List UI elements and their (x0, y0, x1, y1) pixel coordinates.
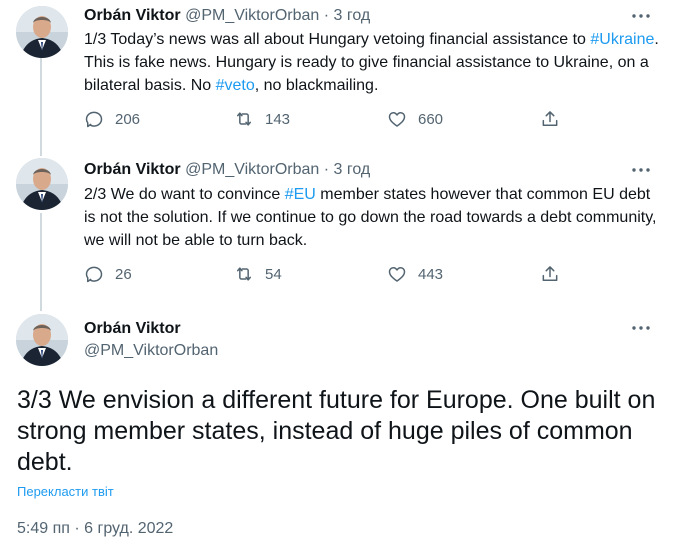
author-name[interactable]: Orbán Viktor (84, 319, 181, 339)
separator-dot: · (323, 161, 330, 178)
tweet-text-segment: 2/3 We do want to convince (84, 186, 285, 203)
separator-dot: · (323, 7, 330, 24)
author-name[interactable]: Orbán Viktor (84, 161, 181, 178)
tweet-text: 2/3 We do want to convince #EU member st… (84, 183, 659, 252)
hashtag-link[interactable]: #Ukraine (590, 31, 654, 48)
share-icon (542, 111, 558, 126)
hashtag-link[interactable]: #veto (216, 77, 255, 94)
thread-line (40, 58, 42, 156)
share-icon (542, 266, 558, 281)
tweet-header: Orbán Viktor @PM_ViktorOrban · 3 год (84, 6, 370, 26)
hashtag-link[interactable]: #EU (285, 186, 316, 203)
reply-count: 26 (115, 265, 132, 283)
retweet-icon (237, 267, 251, 281)
main-tweet-text: 3/3 We envision a different future for E… (17, 386, 656, 476)
reply-count: 206 (115, 110, 141, 128)
reply-button[interactable]: 206 (84, 109, 140, 129)
tweet-text: 1/3 Today’s news was all about Hungary v… (84, 28, 659, 97)
share-button[interactable] (540, 109, 560, 129)
author-handle[interactable]: @PM_ViktorOrban (185, 7, 319, 24)
more-icon[interactable] (631, 318, 651, 338)
reply-icon (85, 266, 103, 283)
author-handle[interactable]: @PM_ViktorOrban (84, 341, 218, 361)
tweet-text-segment: 1/3 Today’s news was all about Hungary v… (84, 31, 591, 48)
reply-icon (85, 111, 103, 128)
author-handle[interactable]: @PM_ViktorOrban (185, 161, 319, 178)
avatar[interactable] (16, 314, 68, 366)
reply-button[interactable]: 26 (84, 264, 132, 284)
heart-icon (388, 267, 406, 282)
retweet-button[interactable]: 143 (234, 109, 290, 129)
author-name[interactable]: Orbán Viktor (84, 7, 181, 24)
retweet-icon (237, 112, 251, 126)
tweet-actions: 206 143 660 (84, 109, 574, 133)
like-count: 443 (418, 265, 444, 283)
retweet-count: 143 (265, 110, 291, 128)
like-button[interactable]: 660 (387, 109, 443, 129)
tweet-actions: 26 54 443 (84, 264, 574, 288)
tweet-time[interactable]: 3 год (334, 7, 371, 24)
retweet-button[interactable]: 54 (234, 264, 282, 284)
more-icon[interactable] (631, 6, 651, 26)
more-icon[interactable] (631, 160, 651, 180)
tweet-header: Orbán Viktor @PM_ViktorOrban · 3 год (84, 160, 370, 180)
avatar[interactable] (16, 158, 68, 210)
like-count: 660 (418, 110, 444, 128)
share-button[interactable] (540, 264, 560, 284)
like-button[interactable]: 443 (387, 264, 443, 284)
tweet-text-segment: , no blackmailing. (254, 77, 379, 94)
tweet-timestamp[interactable]: 5:49 пп · 6 груд. 2022 (17, 520, 173, 538)
avatar[interactable] (16, 6, 68, 58)
retweet-count: 54 (265, 265, 282, 283)
thread-line (40, 213, 42, 311)
heart-icon (388, 112, 406, 127)
tweet-time[interactable]: 3 год (334, 161, 371, 178)
translate-link[interactable]: Перекласти твіт (17, 484, 114, 499)
